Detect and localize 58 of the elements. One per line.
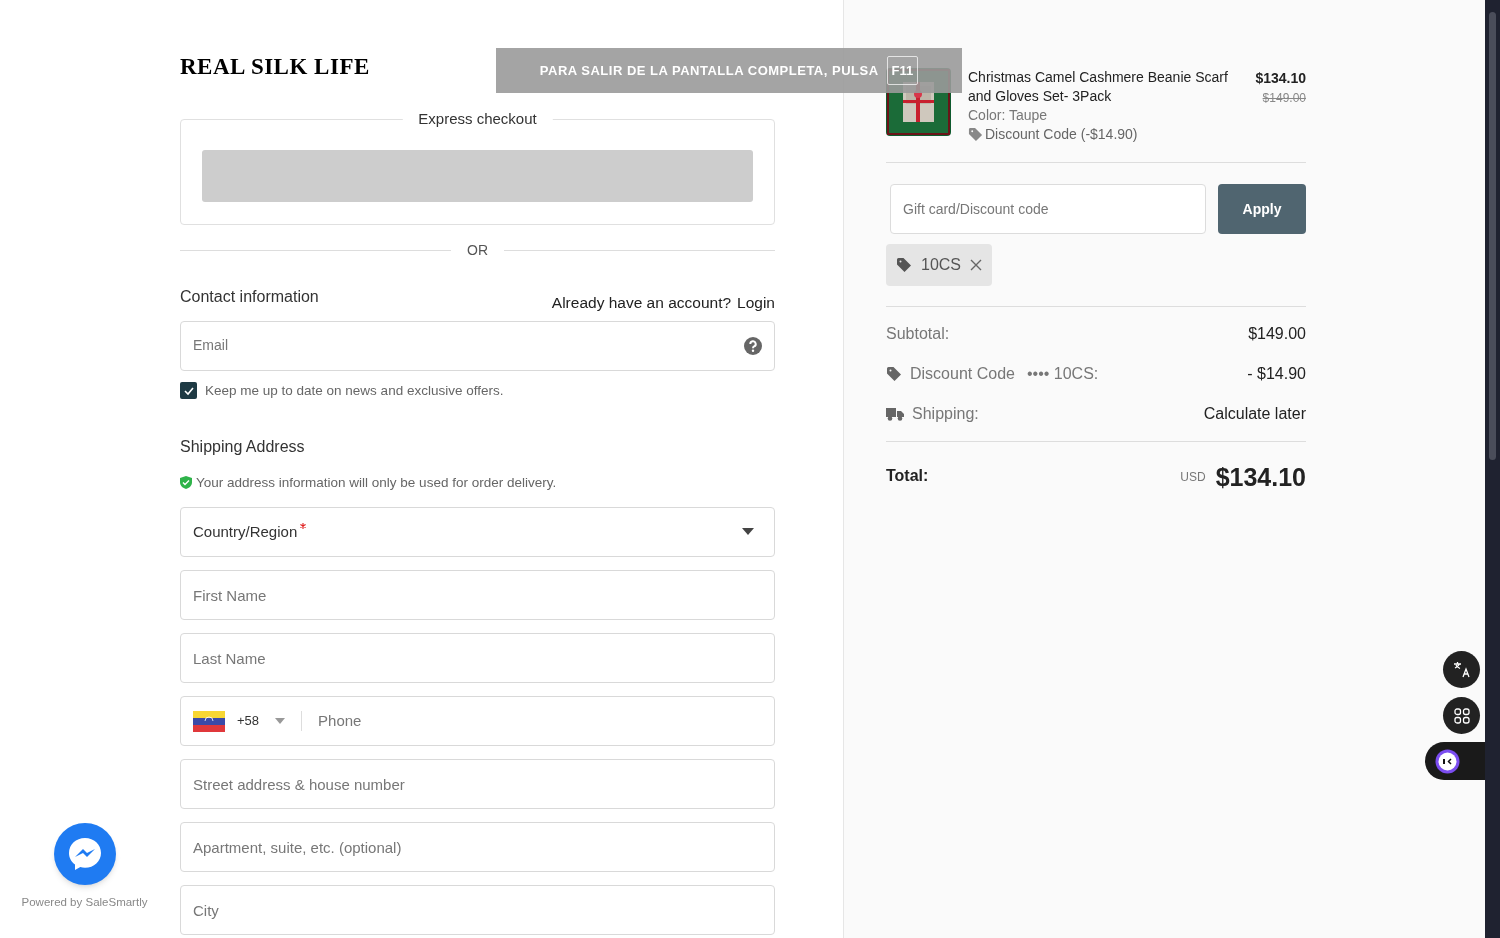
summary-label: Subtotal: <box>886 324 950 344</box>
caret-icon <box>742 528 754 536</box>
text-field[interactable]: Apartment, suite, etc. (optional) <box>180 822 775 872</box>
product-variant: Color: Taupe <box>968 106 1049 125</box>
summary-value: $149.00 <box>1248 324 1306 344</box>
summary-value: - $14.90 <box>1247 364 1306 384</box>
truck-icon <box>886 407 904 421</box>
total-label: Total: <box>886 466 929 486</box>
required-asterisk-icon <box>300 522 307 529</box>
email-placeholder: Email <box>193 336 228 355</box>
shield-check-icon <box>180 476 192 490</box>
text-field[interactable]: Last Name <box>180 633 775 683</box>
summary-label: Discount Code <box>910 364 1015 384</box>
product-name: Christmas Camel Cashmere Beanie Scarf and Gloves Set- 3Pack <box>968 68 1229 106</box>
discount-code-field[interactable]: Gift card/Discount code <box>890 184 1206 234</box>
newsletter-label: Keep me up to date on news and exclusive offers. <box>205 381 504 400</box>
grid-icon <box>1453 707 1470 724</box>
tag-icon <box>968 127 983 142</box>
select-label: Country/Region <box>193 521 298 542</box>
applied-code: 10CS <box>921 255 962 275</box>
powered-by-text: Powered by SaleSmartly <box>21 895 148 910</box>
summary-label: Shipping: <box>912 404 979 424</box>
apply-button[interactable]: Apply <box>1218 184 1306 234</box>
discount-code-label: •••• 10CS: <box>1026 364 1099 384</box>
checkbox[interactable] <box>180 382 197 400</box>
privacy-notice: Your address information will only be used for order delivery. <box>196 473 557 492</box>
caret-icon <box>275 718 286 724</box>
close-icon[interactable] <box>970 259 983 271</box>
login-link[interactable]: Login <box>737 291 775 315</box>
bot-icon <box>1435 748 1460 774</box>
translate-icon <box>1453 661 1470 678</box>
section-title: Shipping Address <box>180 436 306 457</box>
chat-bubble-icon <box>66 836 103 872</box>
total-amount: $134.10 <box>1215 465 1306 490</box>
section-title: Contact information <box>180 286 319 307</box>
currency-code: USD <box>1180 469 1206 486</box>
key-hint: F11 <box>886 55 919 86</box>
email-field[interactable]: Email <box>180 320 775 371</box>
text-field[interactable]: First Name <box>180 570 775 620</box>
flag-icon <box>193 710 225 732</box>
country-select[interactable]: Country/Region <box>180 507 775 557</box>
tag-icon <box>886 366 902 382</box>
text-field[interactable]: Street address & house number <box>180 759 775 809</box>
summary-value: Calculate later <box>1203 404 1306 424</box>
store-logo[interactable]: REAL SILK LIFE <box>180 50 370 85</box>
phone-placeholder: Phone <box>318 710 362 731</box>
item-discount: Discount Code (-$14.90) <box>985 125 1138 144</box>
product-price: $134.10 <box>1255 69 1306 88</box>
text-field[interactable]: City <box>180 885 775 935</box>
or-divider-text: OR <box>467 240 488 260</box>
original-price: $149.00 <box>1262 90 1306 107</box>
assistant-tab[interactable] <box>1425 742 1485 780</box>
account-prompt: Already have an account? <box>551 293 732 314</box>
phone-field[interactable]: +58 Phone <box>180 696 775 746</box>
tag-icon <box>896 257 912 273</box>
notice-text: PARA SALIR DE LA PANTALLA COMPLETA, PULSA <box>539 61 879 80</box>
dial-code[interactable]: +58 <box>237 711 260 731</box>
help-icon[interactable] <box>744 336 762 355</box>
